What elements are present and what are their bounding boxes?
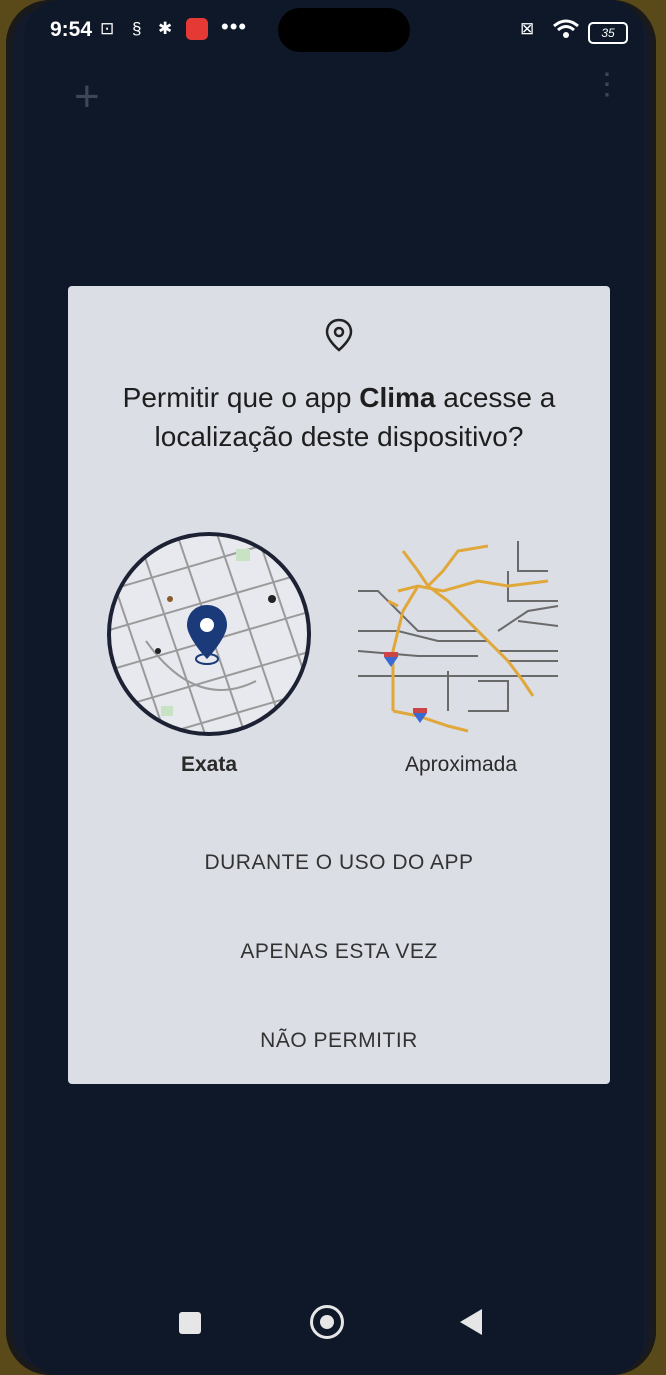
- approximate-location-option[interactable]: Aproximada: [357, 531, 568, 776]
- home-icon[interactable]: [310, 1305, 344, 1339]
- approximate-map-icon: [357, 541, 559, 733]
- settings-icon: ✱: [158, 19, 173, 38]
- camera-notch: [278, 8, 410, 52]
- location-permission-dialog: Permitir que o app Clima acesse a locali…: [68, 286, 610, 1084]
- nfc-icon: ⊡: [100, 19, 115, 38]
- dont-allow-button[interactable]: NÃO PERMITIR: [68, 1011, 610, 1071]
- status-bar: 9:54 ⊡ § ✱ ••• ⊠ 35: [24, 0, 644, 60]
- only-this-time-button[interactable]: APENAS ESTA VEZ: [68, 922, 610, 982]
- app-name: Clima: [359, 382, 436, 413]
- notification-app-icon: [186, 18, 208, 40]
- phone-frame: 9:54 ⊡ § ✱ ••• ⊠ 35 + ⋮ Permitir que o a…: [6, 0, 656, 1375]
- precise-location-option[interactable]: Exata: [106, 531, 312, 776]
- no-sim-icon: ⊠: [520, 19, 535, 38]
- while-using-app-button[interactable]: DURANTE O USO DO APP: [68, 833, 610, 893]
- status-time: 9:54: [50, 18, 93, 41]
- recents-icon[interactable]: [179, 1312, 201, 1334]
- navigation-bar: [24, 1285, 644, 1375]
- screen: 9:54 ⊡ § ✱ ••• ⊠ 35 + ⋮ Permitir que o a…: [24, 0, 644, 1375]
- add-icon[interactable]: +: [74, 72, 100, 122]
- title-prefix: Permitir que o app: [122, 382, 360, 413]
- sync-icon: §: [132, 19, 142, 38]
- dialog-title: Permitir que o app Clima acesse a locali…: [88, 378, 590, 456]
- approximate-label: Aproximada: [404, 753, 518, 776]
- precise-map-icon: [107, 532, 311, 736]
- more-options-icon[interactable]: ⋮: [592, 70, 622, 100]
- wifi-icon: [552, 19, 580, 44]
- location-pin-icon: [325, 318, 353, 352]
- battery-icon: 35: [588, 22, 628, 44]
- more-notifications-icon: •••: [221, 14, 248, 39]
- back-icon[interactable]: [460, 1309, 482, 1335]
- precise-label: Exata: [180, 753, 238, 776]
